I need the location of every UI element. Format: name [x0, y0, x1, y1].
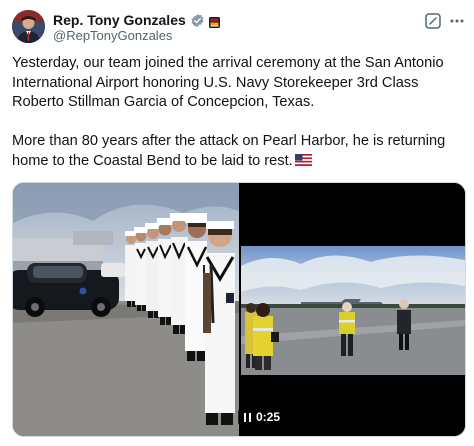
affiliation-badge-icon [208, 15, 220, 28]
avatar[interactable] [12, 10, 45, 43]
tweet-paragraph-2-wrapper: More than 80 years after the attack on P… [12, 132, 464, 171]
author-display-name[interactable]: Rep. Tony Gonzales [53, 11, 186, 29]
media-grid[interactable] [12, 182, 466, 437]
tweet-paragraph-2: More than 80 years after the attack on P… [12, 133, 446, 169]
video-duration: 0:25 [256, 410, 281, 424]
tweet-paragraph-1: Yesterday, our team joined the arrival c… [12, 55, 444, 110]
video-duration-badge[interactable]: 0:25 [238, 408, 287, 426]
tweet-card[interactable]: Rep. Tony Gonzales @RepTonyGonzales Yest… [0, 0, 474, 446]
video-thumbnail[interactable] [241, 246, 465, 375]
us-flag-icon [294, 153, 312, 166]
author-handle[interactable]: @RepTonyGonzales [53, 28, 172, 44]
tweet-text: Yesterday, our team joined the arrival c… [12, 54, 464, 191]
author-name-row[interactable]: Rep. Tony Gonzales [53, 11, 220, 29]
media-video[interactable] [241, 183, 465, 436]
media-photo-sailors[interactable] [13, 183, 239, 436]
more-options-icon[interactable] [448, 12, 466, 30]
grok-icon[interactable] [424, 12, 442, 30]
pause-icon[interactable] [244, 412, 251, 422]
verified-badge-icon [190, 13, 205, 28]
